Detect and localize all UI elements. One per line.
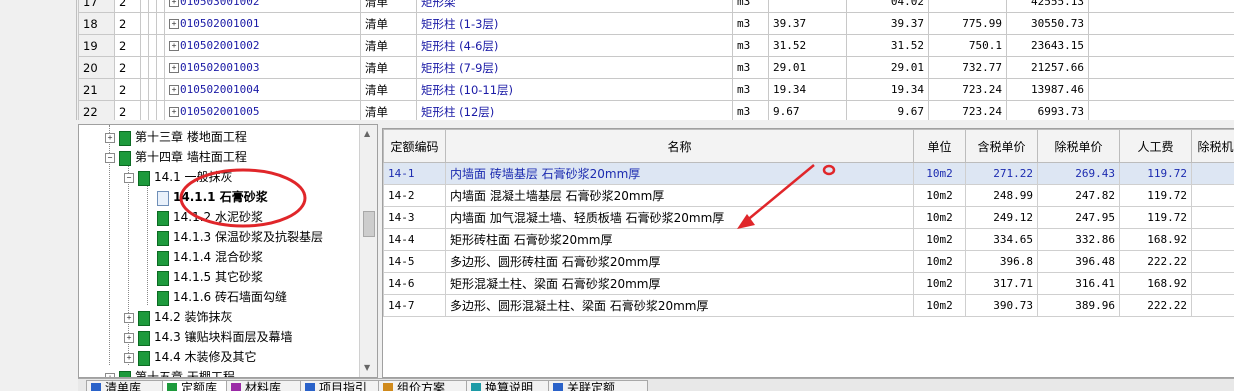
tab-plan[interactable]: 组价方案 [378,380,480,391]
library-tabs: 清单库定额库材料库项目指引组价方案换算说明关联定额 [78,378,1234,391]
red-circle-annotation [181,170,305,226]
red-dot-annotation [824,166,834,174]
tab-list[interactable]: 清单库 [86,380,174,391]
tab-link[interactable]: 关联定额 [548,380,648,391]
annotation-overlay [0,0,1234,390]
red-arrow-annotation [745,165,814,222]
